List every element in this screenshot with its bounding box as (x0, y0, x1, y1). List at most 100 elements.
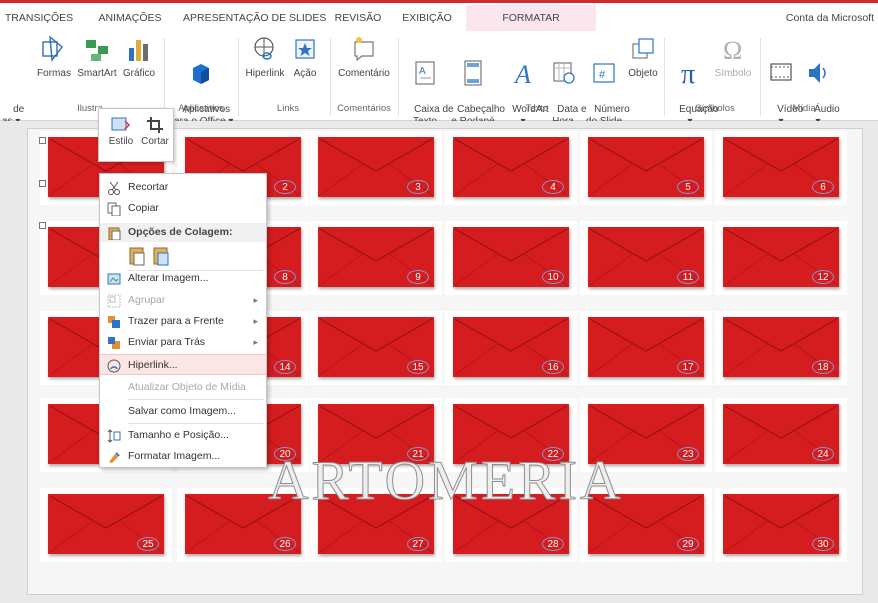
slide-number-icon: # (593, 63, 615, 83)
simbolo-label: Símbolo (714, 68, 752, 79)
formas-label: Formas (37, 68, 71, 79)
crop-icon (147, 117, 163, 133)
menu-label: Tamanho e Posição... (128, 429, 229, 441)
menu-label: Alterar Imagem... (128, 272, 209, 284)
cortar-button[interactable]: Cortar (139, 115, 171, 147)
tab-formatar[interactable]: FORMATAR (466, 5, 596, 31)
slide-title[interactable]: ARTOMERIA (268, 449, 624, 513)
menu-item-alterar-imagem[interactable]: Alterar Imagem... (100, 268, 266, 289)
svg-text:A: A (419, 66, 426, 77)
comentario-button[interactable]: Comentário (336, 34, 392, 80)
change-picture-icon (107, 273, 121, 285)
video-icon (770, 63, 792, 81)
svg-text:A: A (513, 60, 531, 88)
paste-as-picture-icon[interactable] (152, 246, 170, 266)
size-position-icon (107, 429, 121, 443)
envelope-image[interactable]: 16 (453, 317, 569, 377)
pi-icon: π (681, 59, 695, 88)
scissors-icon (108, 181, 120, 195)
menu-item-enviar-tras[interactable]: Enviar para Trás ▸ (100, 332, 266, 353)
envelope-number: 30 (812, 537, 834, 551)
submenu-arrow-icon: ▸ (253, 337, 258, 347)
shapes-icon (42, 35, 63, 62)
envelope-image[interactable]: 11 (588, 227, 704, 287)
grafico-button[interactable]: Gráfico (121, 34, 157, 80)
simbolo-button[interactable]: Ω Símbolo (713, 34, 753, 80)
menu-item-agrupar[interactable]: Agrupar ▸ (100, 290, 266, 311)
selection-handle[interactable] (39, 222, 46, 229)
acao-button[interactable]: Ação (292, 34, 318, 80)
object-icon (632, 38, 654, 59)
comentario-label: Comentário (338, 68, 390, 79)
menu-label: Recortar (128, 181, 169, 193)
menu-label: Copiar (128, 202, 159, 214)
menu-item-trazer-frente[interactable]: Trazer para a Frente ▸ (100, 311, 266, 332)
smartart-button[interactable]: SmartArt (76, 34, 118, 80)
envelope-number: 15 (407, 360, 429, 374)
envelope-image[interactable]: 25 (48, 494, 164, 554)
grafico-label: Gráfico (122, 68, 156, 79)
bring-forward-icon (108, 316, 120, 328)
envelope-image[interactable]: 15 (318, 317, 434, 377)
menu-item-copiar[interactable]: Copiar (100, 198, 266, 219)
selection-handle[interactable] (39, 137, 46, 144)
envelope-number: 2 (274, 180, 296, 194)
selection-handle[interactable] (39, 180, 46, 187)
header-footer-icon (464, 60, 482, 86)
menu-item-salvar-imagem[interactable]: Salvar como Imagem... (100, 401, 266, 422)
formas-button[interactable]: Formas (36, 34, 72, 80)
copy-icon (107, 202, 121, 216)
tab-revisao[interactable]: REVISÃO (333, 5, 383, 31)
objeto-button[interactable]: Objeto (627, 34, 659, 80)
submenu-arrow-icon: ▸ (253, 316, 258, 326)
group-simbolos: Símbolos (695, 103, 735, 114)
hyperlink-icon (107, 359, 121, 373)
envelope-number: 17 (677, 360, 699, 374)
envelope-image[interactable]: 12 (723, 227, 839, 287)
envelope-image[interactable]: 10 (453, 227, 569, 287)
envelope-image[interactable]: 4 (453, 137, 569, 197)
picture-style-icon (111, 117, 131, 131)
send-backward-icon (108, 337, 120, 349)
envelope-image[interactable]: 30 (723, 494, 839, 554)
envelope-image[interactable]: 17 (588, 317, 704, 377)
envelope-image[interactable]: 9 (318, 227, 434, 287)
envelope-number: 25 (137, 537, 159, 551)
acao-label: Ação (293, 68, 317, 79)
tab-animacoes[interactable]: ANIMAÇÕES (95, 5, 165, 31)
envelope-number: 28 (542, 537, 564, 551)
hiperlink-button[interactable]: Hiperlink (244, 34, 286, 80)
title-bar-accent (0, 0, 878, 3)
envelope-number: 18 (812, 360, 834, 374)
estilo-button[interactable]: Estilo (105, 115, 137, 147)
account-link[interactable]: Conta da Microsoft (786, 5, 874, 31)
separator (664, 38, 665, 116)
envelope-image[interactable]: 18 (723, 317, 839, 377)
smartart-label: SmartArt (77, 68, 117, 79)
paste-options-row (128, 244, 178, 268)
menu-item-atualizar-midia[interactable]: Atualizar Objeto de Mídia (100, 377, 266, 398)
envelope-number: 11 (677, 270, 699, 284)
group-icon (107, 294, 121, 308)
comment-icon (354, 37, 374, 62)
paste-keep-formatting-icon[interactable] (128, 246, 146, 266)
tab-exibicao[interactable]: EXIBIÇÃO (397, 5, 457, 31)
tab-apresentacao[interactable]: APRESENTAÇÃO DE SLIDES (183, 5, 326, 31)
separator (238, 38, 239, 116)
menu-item-formatar-imagem[interactable]: Formatar Imagem... (100, 446, 266, 467)
group-texto: Texto (525, 103, 549, 114)
envelope-image[interactable]: 5 (588, 137, 704, 197)
calendar-icon (553, 62, 575, 84)
envelope-image[interactable]: 6 (723, 137, 839, 197)
tab-transicoes[interactable]: TRANSIÇÕES (4, 5, 74, 31)
envelope-image[interactable]: 3 (318, 137, 434, 197)
envelope-image[interactable]: 24 (723, 404, 839, 464)
menu-item-recortar[interactable]: Recortar (100, 177, 266, 198)
action-star-icon (295, 39, 315, 59)
envelope-number: 26 (274, 537, 296, 551)
envelope-number: 9 (407, 270, 429, 284)
group-aplicativos: Aplicativos (178, 103, 224, 114)
chart-icon (129, 40, 148, 61)
menu-item-tamanho-posicao[interactable]: Tamanho e Posição... (100, 425, 266, 446)
menu-item-hiperlink[interactable]: Hiperlink... (100, 354, 266, 375)
